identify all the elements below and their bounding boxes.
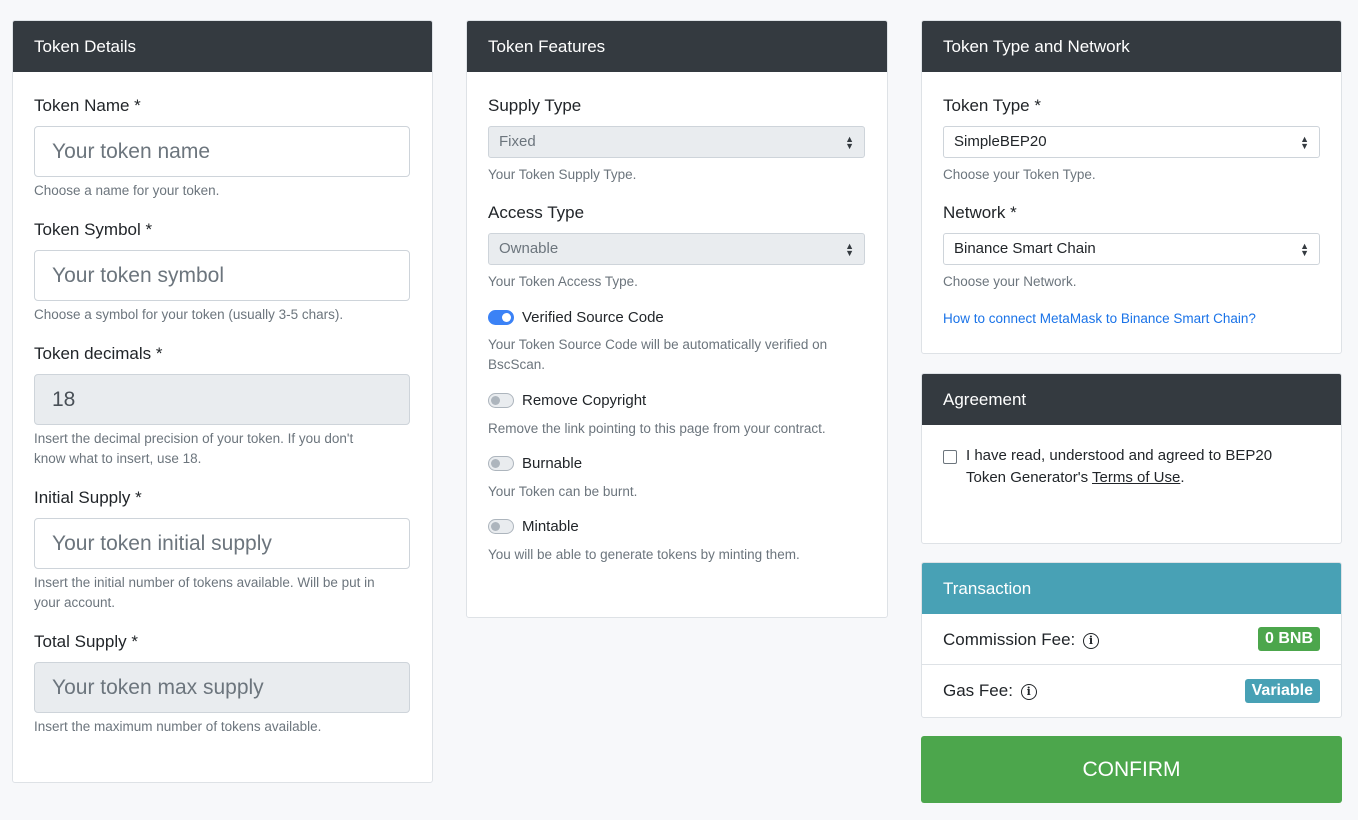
token-decimals-label: Token decimals * — [34, 344, 163, 363]
agreement-text: I have read, understood and agreed to BE… — [966, 445, 1272, 489]
metamask-link-wrap: How to connect MetaMask to Binance Smart… — [943, 310, 1320, 328]
switch-knob — [502, 313, 511, 322]
token-decimals-help-line2: know what to insert, use 18. — [34, 451, 202, 466]
supply-type-value: Fixed — [499, 133, 536, 150]
supply-type-select[interactable]: Fixed ▲ ▼ — [488, 126, 865, 158]
terms-of-use-link[interactable]: Terms of Use — [1092, 469, 1180, 486]
token-symbol-help: Choose a symbol for your token (usually … — [34, 307, 344, 322]
access-type-value: Ownable — [499, 240, 559, 257]
switch-knob — [491, 522, 500, 531]
gas-fee-badge: Variable — [1244, 679, 1320, 703]
total-supply-help: Insert the maximum number of tokens avai… — [34, 719, 322, 734]
token-details-header: Token Details — [13, 21, 432, 72]
initial-supply-help-line2: your account. — [34, 595, 116, 610]
verified-source-label: Verified Source Code — [522, 309, 664, 326]
total-supply-label: Total Supply * — [34, 632, 138, 651]
agreement-checkbox[interactable] — [943, 450, 957, 464]
burnable-switch[interactable] — [488, 456, 514, 471]
remove-copyright-toggle-row: Remove Copyright — [488, 392, 866, 409]
commission-fee-row: Commission Fee: i 0 BNB — [922, 614, 1341, 665]
gas-fee-row: Gas Fee: i Variable — [922, 665, 1341, 717]
info-icon[interactable]: i — [1083, 632, 1099, 649]
agreement-text-suffix: . — [1180, 469, 1185, 486]
burnable-toggle-row: Burnable — [488, 455, 866, 472]
info-icon[interactable]: i — [1020, 683, 1037, 700]
total-supply-input[interactable] — [34, 662, 410, 713]
token-type-label: Token Type * — [943, 96, 1041, 115]
verified-source-help-line2: BscScan. — [488, 357, 546, 372]
select-arrows-icon: ▲ ▼ — [1300, 134, 1309, 151]
access-type-help: Your Token Access Type. — [488, 274, 638, 289]
network-help: Choose your Network. — [943, 274, 1077, 289]
token-symbol-input[interactable] — [34, 250, 410, 301]
access-type-select[interactable]: Ownable ▲ ▼ — [488, 233, 865, 265]
token-details-card: Token Details Token Name * Choose a name… — [12, 20, 433, 783]
mintable-help: You will be able to generate tokens by m… — [488, 547, 800, 562]
network-value: Binance Smart Chain — [954, 240, 1096, 257]
token-features-card: Token Features Supply Type Fixed ▲ ▼ Your… — [466, 20, 888, 618]
network-select[interactable]: Binance Smart Chain ▲ ▼ — [943, 233, 1320, 265]
commission-fee-label: Commission Fee: — [943, 630, 1076, 649]
commission-fee-badge: 0 BNB — [1257, 627, 1320, 651]
gas-fee-label: Gas Fee: — [943, 681, 1013, 700]
token-type-select[interactable]: SimpleBEP20 ▲ ▼ — [943, 126, 1320, 158]
network-label: Network * — [943, 203, 1017, 222]
remove-copyright-help: Remove the link pointing to this page fr… — [488, 421, 826, 436]
initial-supply-input[interactable] — [34, 518, 410, 569]
verified-source-switch[interactable] — [488, 310, 514, 325]
agreement-card: Agreement I have read, understood and ag… — [921, 373, 1342, 544]
transaction-card: Transaction Commission Fee: i 0 BNB Gas … — [921, 562, 1342, 718]
transaction-header: Transaction — [922, 563, 1341, 614]
token-type-help: Choose your Token Type. — [943, 167, 1096, 182]
token-symbol-label: Token Symbol * — [34, 220, 153, 239]
verified-source-help: Your Token Source Code will be automatic… — [488, 335, 866, 375]
initial-supply-help: Insert the initial number of tokens avai… — [34, 573, 411, 613]
supply-type-label: Supply Type — [488, 96, 582, 115]
mintable-switch[interactable] — [488, 519, 514, 534]
burnable-help: Your Token can be burnt. — [488, 484, 638, 499]
agreement-text-line2: Token Generator's Terms of Use. — [966, 467, 1272, 489]
token-decimals-help-line1: Insert the decimal precision of your tok… — [34, 431, 354, 446]
token-decimals-input[interactable] — [34, 374, 410, 425]
mintable-toggle-row: Mintable — [488, 518, 866, 535]
remove-copyright-label: Remove Copyright — [522, 392, 647, 409]
initial-supply-help-line1: Insert the initial number of tokens avai… — [34, 575, 375, 590]
burnable-label: Burnable — [522, 455, 583, 472]
token-decimals-help: Insert the decimal precision of your tok… — [34, 429, 411, 469]
select-arrows-icon: ▲ ▼ — [845, 241, 854, 258]
select-arrows-icon: ▲ ▼ — [1300, 241, 1309, 258]
confirm-button[interactable]: CONFIRM — [921, 736, 1342, 803]
metamask-help-link[interactable]: How to connect MetaMask to Binance Smart… — [943, 311, 1256, 326]
access-type-label: Access Type — [488, 203, 585, 222]
token-name-help: Choose a name for your token. — [34, 183, 220, 198]
mintable-label: Mintable — [522, 518, 579, 535]
token-type-value: SimpleBEP20 — [954, 133, 1047, 150]
switch-knob — [491, 396, 500, 405]
agreement-text-line1: I have read, understood and agreed to BE… — [966, 447, 1273, 464]
agreement-text-prefix: Token Generator's — [966, 469, 1092, 486]
token-type-network-header: Token Type and Network — [922, 21, 1341, 72]
initial-supply-label: Initial Supply * — [34, 488, 142, 507]
token-type-network-card: Token Type and Network Token Type * Simp… — [921, 20, 1342, 354]
token-name-input[interactable] — [34, 126, 410, 177]
switch-knob — [491, 459, 500, 468]
remove-copyright-switch[interactable] — [488, 393, 514, 408]
supply-type-help: Your Token Supply Type. — [488, 167, 637, 182]
verified-source-help-line1: Your Token Source Code will be automatic… — [488, 337, 828, 352]
token-name-label: Token Name * — [34, 96, 141, 115]
token-features-header: Token Features — [467, 21, 887, 72]
verified-source-toggle-row: Verified Source Code — [488, 309, 866, 326]
select-arrows-icon: ▲ ▼ — [845, 134, 854, 151]
agreement-header: Agreement — [922, 374, 1341, 425]
